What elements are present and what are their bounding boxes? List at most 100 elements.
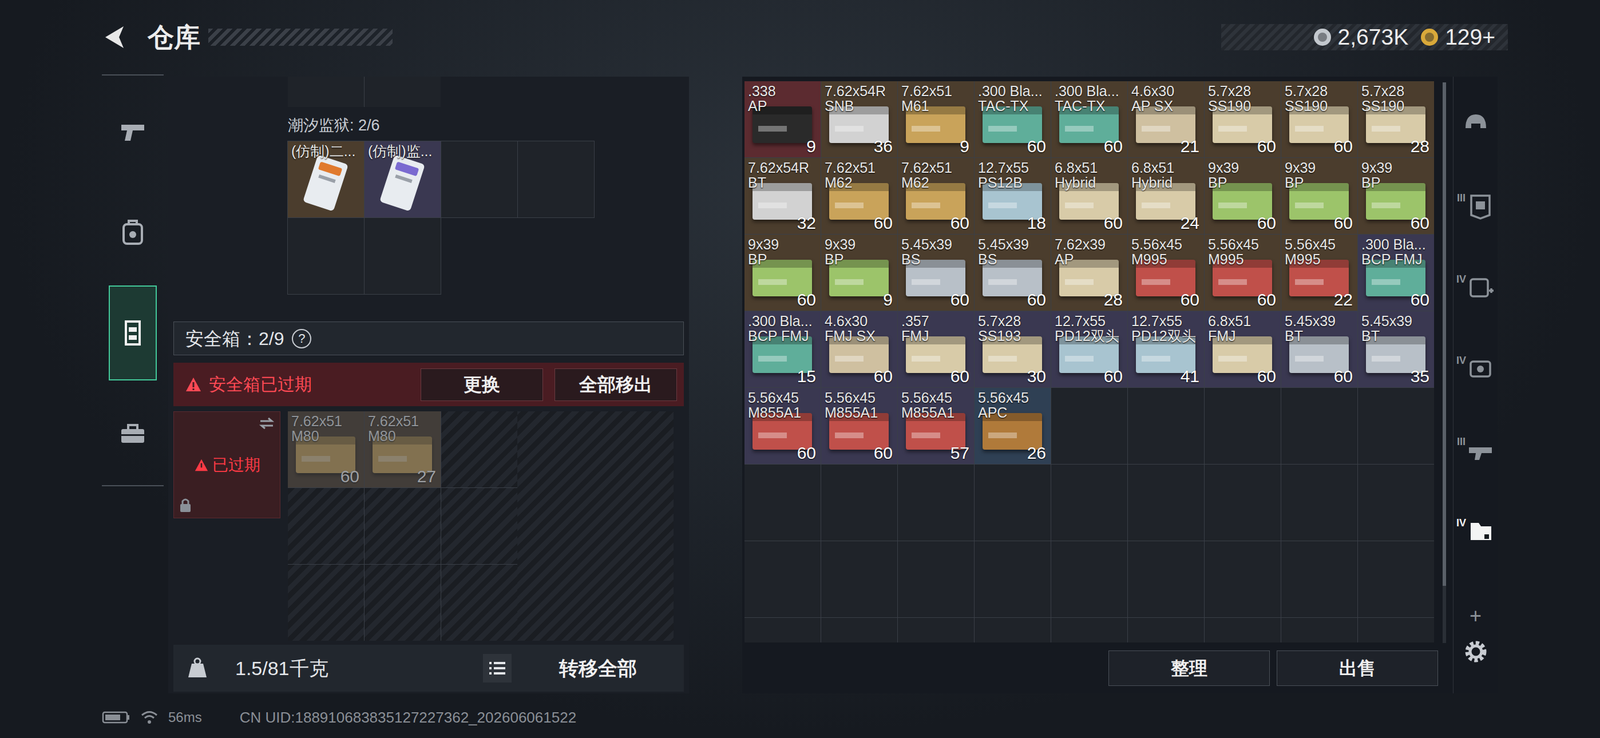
right-nav-item[interactable]: IV xyxy=(1453,246,1498,328)
empty-slot[interactable] xyxy=(897,464,974,541)
item-cell[interactable]: 9x39BP9 xyxy=(821,234,898,311)
empty-slot[interactable] xyxy=(1357,618,1435,643)
item-cell[interactable]: 5.7x28SS19330 xyxy=(974,311,1051,388)
empty-slot[interactable] xyxy=(897,541,974,618)
empty-slot[interactable] xyxy=(1357,541,1435,618)
item-cell[interactable]: 5.45x39BS60 xyxy=(974,234,1051,311)
empty-slot[interactable] xyxy=(974,618,1051,643)
item-cell[interactable]: 5.7x28SS19060 xyxy=(1281,81,1358,158)
empty-slot[interactable] xyxy=(287,564,364,641)
item-cell[interactable]: 5.56x45M99560 xyxy=(1127,234,1205,311)
safebox-button[interactable]: 全部移出 xyxy=(554,368,677,402)
item-cell[interactable]: 5.56x45M855A157 xyxy=(897,387,974,465)
item-cell[interactable]: 12.7x55PD12双头41 xyxy=(1127,311,1205,388)
empty-slot[interactable] xyxy=(821,464,898,541)
item-cell[interactable]: .300 Bla...TAC-TX60 xyxy=(1051,81,1128,158)
item-cell[interactable]: 5.56x45M855A160 xyxy=(744,387,821,465)
empty-slot[interactable] xyxy=(441,488,518,565)
item-cell[interactable]: 5.45x39BT35 xyxy=(1357,311,1435,388)
item-cell[interactable]: 7.62x51M6260 xyxy=(897,157,974,235)
empty-slot[interactable] xyxy=(287,218,364,295)
empty-slot[interactable] xyxy=(744,618,821,643)
item-cell[interactable]: 7.62x51M8027 xyxy=(364,411,441,488)
empty-slot[interactable] xyxy=(1281,387,1358,465)
empty-slot[interactable] xyxy=(1357,387,1435,465)
right-nav-item[interactable]: III xyxy=(1453,165,1498,247)
empty-slot[interactable] xyxy=(1357,464,1435,541)
empty-slot[interactable] xyxy=(287,488,364,565)
empty-slot[interactable] xyxy=(441,141,518,218)
right-nav-item[interactable] xyxy=(1453,84,1498,166)
empty-slot[interactable] xyxy=(1051,541,1128,618)
empty-slot[interactable] xyxy=(1204,464,1281,541)
empty-slot[interactable] xyxy=(1204,541,1281,618)
item-cell[interactable]: 5.56x45M99560 xyxy=(1204,234,1281,311)
item-cell[interactable]: 5.56x45M855A160 xyxy=(821,387,898,465)
item-cell[interactable]: 7.62x54RBT32 xyxy=(744,157,821,235)
list-icon[interactable] xyxy=(482,653,513,684)
empty-slot[interactable] xyxy=(1281,618,1358,643)
item-cell[interactable]: 5.56x45M99522 xyxy=(1281,234,1358,311)
item-cell[interactable]: (仿制)监... xyxy=(364,141,441,218)
item-cell[interactable]: 6.8x51Hybrid24 xyxy=(1127,157,1205,235)
item-cell[interactable]: 5.45x39BT60 xyxy=(1281,311,1358,388)
empty-slot[interactable] xyxy=(364,564,441,641)
item-cell[interactable]: .357FMJ60 xyxy=(897,311,974,388)
stash-button[interactable]: 整理 xyxy=(1108,650,1270,687)
item-cell[interactable]: 5.7x28SS19060 xyxy=(1204,81,1281,158)
safebox-button[interactable]: 更换 xyxy=(420,368,544,402)
item-cell[interactable]: .338AP9 xyxy=(744,81,821,158)
empty-slot[interactable] xyxy=(1204,387,1281,465)
item-cell[interactable]: 7.62x54RSNB36 xyxy=(821,81,898,158)
add-nav-item[interactable]: + xyxy=(1469,599,1482,634)
currency[interactable]: 2,673K xyxy=(1312,24,1409,51)
item-cell[interactable]: 7.62x51M6260 xyxy=(821,157,898,235)
empty-slot[interactable] xyxy=(1281,541,1358,618)
empty-slot[interactable] xyxy=(1127,464,1205,541)
safebox-item[interactable]: 已过期 xyxy=(173,411,281,519)
left-nav-item[interactable] xyxy=(101,181,164,283)
stash-button[interactable]: 出售 xyxy=(1276,650,1439,687)
empty-slot[interactable] xyxy=(974,464,1051,541)
item-cell[interactable]: 9x39BP60 xyxy=(1357,157,1435,235)
empty-slot[interactable] xyxy=(744,541,821,618)
item-cell[interactable]: 4.6x30AP SX21 xyxy=(1127,81,1205,158)
item-cell[interactable]: 9x39BP60 xyxy=(1204,157,1281,235)
item-cell[interactable]: 7.62x51M8060 xyxy=(287,411,364,488)
item-cell[interactable]: 5.56x45APC26 xyxy=(974,387,1051,465)
item-cell[interactable]: 9x39BP60 xyxy=(1281,157,1358,235)
right-nav-item[interactable]: III xyxy=(1453,409,1498,491)
item-cell[interactable]: 6.8x51Hybrid60 xyxy=(1051,157,1128,235)
item-cell[interactable]: 7.62x39AP28 xyxy=(1051,234,1128,311)
empty-slot[interactable] xyxy=(364,488,441,565)
empty-slot[interactable] xyxy=(441,411,518,488)
help-button[interactable]: ? xyxy=(291,329,312,349)
empty-slot[interactable] xyxy=(517,141,594,218)
empty-slot[interactable] xyxy=(1051,618,1128,643)
right-nav-item[interactable]: IV xyxy=(1453,490,1498,572)
empty-slot[interactable] xyxy=(1127,541,1205,618)
empty-slot[interactable] xyxy=(1127,618,1205,643)
item-cell[interactable]: 12.7x55PD12双头60 xyxy=(1051,311,1128,388)
gear-icon[interactable] xyxy=(1460,636,1491,667)
back-arrow-icon[interactable] xyxy=(101,24,129,51)
swap-icon[interactable] xyxy=(258,416,276,431)
item-cell[interactable]: 5.7x28SS19028 xyxy=(1357,81,1435,158)
empty-slot[interactable] xyxy=(441,564,518,641)
item-cell[interactable]: 5.45x39BS60 xyxy=(897,234,974,311)
item-cell[interactable]: 7.62x51M619 xyxy=(897,81,974,158)
transfer-all-button[interactable]: 转移全部 xyxy=(512,648,684,689)
left-nav-item[interactable] xyxy=(101,282,164,384)
item-cell[interactable]: .300 Bla...BCP FMJ60 xyxy=(1357,234,1435,311)
item-cell[interactable]: 6.8x51FMJ60 xyxy=(1204,311,1281,388)
empty-slot[interactable] xyxy=(974,541,1051,618)
empty-slot[interactable] xyxy=(1127,387,1205,465)
stash-scrollbar[interactable] xyxy=(1442,82,1447,644)
empty-slot[interactable] xyxy=(821,541,898,618)
currency[interactable]: 129+ xyxy=(1419,24,1496,51)
empty-slot[interactable] xyxy=(1204,618,1281,643)
empty-slot[interactable] xyxy=(364,218,441,295)
item-cell[interactable]: 4.6x30FMJ SX60 xyxy=(821,311,898,388)
item-cell[interactable]: .300 Bla...BCP FMJ15 xyxy=(744,311,821,388)
empty-slot[interactable] xyxy=(744,464,821,541)
